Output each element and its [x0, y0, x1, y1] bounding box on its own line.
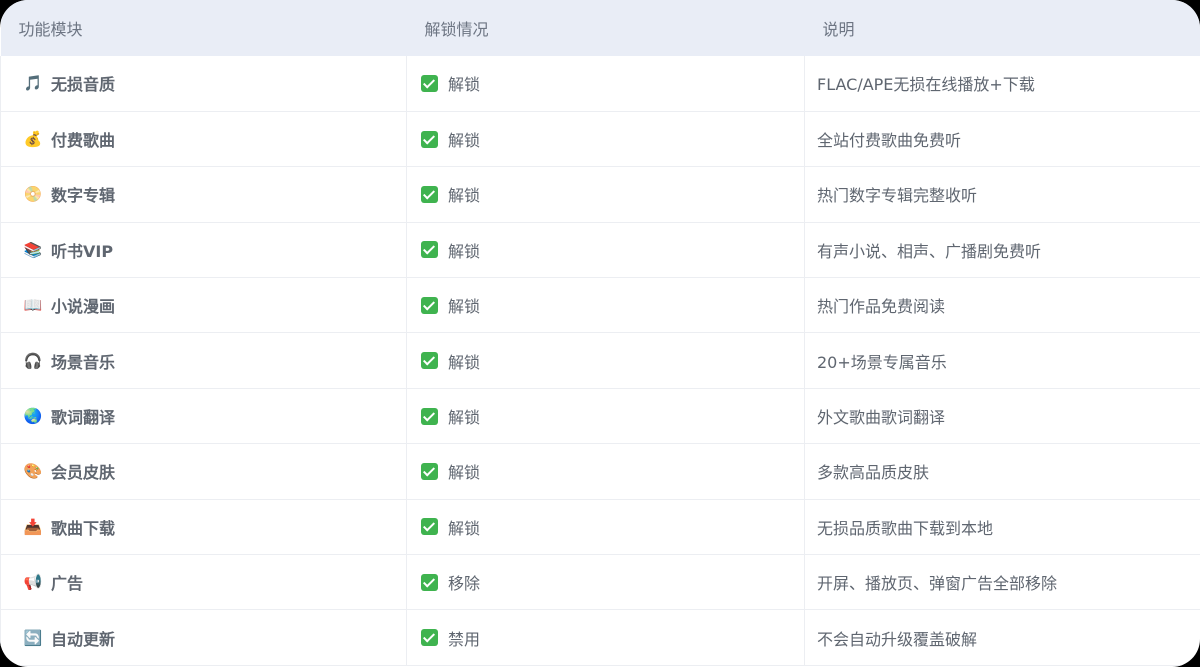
feature-cell: 📢 广告 [0, 554, 407, 610]
checkmark-icon [421, 241, 438, 259]
feature-label: 小说漫画 [51, 297, 116, 317]
money-bag-icon: 💰 [23, 130, 43, 149]
checkmark-icon [421, 130, 438, 148]
feature-label: 无损音质 [51, 75, 116, 95]
feature-cell: 🎨 会员皮肤 [0, 443, 407, 500]
table-row: 🎨 会员皮肤 解锁 多款高品质皮肤 [0, 443, 1200, 500]
description-cell: 多款高品质皮肤 [817, 463, 930, 483]
globe-icon: 🌏 [23, 407, 43, 426]
status-label: 解锁 [448, 241, 481, 261]
feature-label: 听书VIP [51, 241, 114, 261]
status-label: 解锁 [448, 352, 481, 372]
feature-cell: 🌏 歌词翻译 [0, 388, 407, 444]
books-icon: 📚 [23, 240, 43, 259]
description-cell: 20+场景专属音乐 [817, 352, 947, 372]
status-label: 解锁 [448, 131, 481, 151]
checkmark-icon [421, 573, 438, 591]
download-icon: 📥 [23, 517, 43, 536]
feature-cell: 🔄 自动更新 [0, 609, 407, 666]
status-cell: 解锁 [406, 56, 805, 112]
table-row: 📢 广告 移除 开屏、播放页、弹窗广告全部移除 [0, 554, 1200, 610]
feature-cell: 🎧 场景音乐 [0, 332, 407, 389]
feature-label: 场景音乐 [51, 352, 116, 372]
table-header-row: 功能模块 解锁情况 说明 [0, 0, 1200, 56]
table-row: 💰 付费歌曲 解锁 全站付费歌曲免费听 [0, 111, 1200, 167]
music-note-icon: 🎵 [23, 74, 43, 93]
checkmark-icon [421, 462, 438, 480]
open-book-icon: 📖 [23, 296, 43, 315]
feature-label: 付费歌曲 [51, 131, 116, 151]
header-description: 说明 [822, 20, 855, 39]
disc-icon: 📀 [23, 185, 43, 204]
status-cell: 解锁 [406, 111, 805, 167]
status-cell: 解锁 [406, 277, 805, 333]
description-cell: 开屏、播放页、弹窗广告全部移除 [817, 574, 1058, 594]
table-row: 🌏 歌词翻译 解锁 外文歌曲歌词翻译 [0, 388, 1200, 444]
status-label: 解锁 [448, 297, 481, 317]
checkmark-icon [421, 296, 438, 314]
status-cell: 禁用 [406, 609, 805, 666]
status-label: 解锁 [448, 463, 481, 483]
status-cell: 解锁 [406, 499, 805, 555]
megaphone-icon: 📢 [23, 573, 43, 592]
feature-cell: 📀 数字专辑 [0, 166, 407, 223]
status-cell: 解锁 [406, 222, 805, 278]
feature-label: 数字专辑 [51, 186, 116, 206]
checkmark-icon [421, 629, 438, 647]
table-row: 🎵 无损音质 解锁 FLAC/APE无损在线播放+下载 [0, 56, 1200, 112]
checkmark-icon [421, 518, 438, 536]
table-row: 📚 听书VIP 解锁 有声小说、相声、广播剧免费听 [0, 222, 1200, 278]
description-cell: FLAC/APE无损在线播放+下载 [817, 75, 1035, 95]
status-label: 移除 [448, 574, 481, 594]
refresh-icon: 🔄 [23, 628, 43, 647]
table-row: 📥 歌曲下载 解锁 无损品质歌曲下载到本地 [0, 499, 1200, 555]
status-label: 解锁 [448, 518, 481, 538]
checkmark-icon [421, 352, 438, 370]
checkmark-icon [421, 74, 438, 92]
palette-icon: 🎨 [23, 462, 43, 481]
checkmark-icon [421, 407, 438, 425]
feature-label: 会员皮肤 [51, 463, 116, 483]
status-cell: 解锁 [406, 443, 805, 500]
feature-label: 歌曲下载 [51, 518, 116, 538]
feature-cell: 📚 听书VIP [0, 222, 407, 278]
feature-cell: 💰 付费歌曲 [0, 111, 407, 167]
description-cell: 有声小说、相声、广播剧免费听 [817, 241, 1042, 261]
description-cell: 外文歌曲歌词翻译 [817, 408, 946, 428]
description-cell: 热门数字专辑完整收听 [817, 186, 978, 206]
description-cell: 不会自动升级覆盖破解 [817, 629, 978, 649]
table-row: 🎧 场景音乐 解锁 20+场景专属音乐 [0, 332, 1200, 389]
status-cell: 解锁 [406, 388, 805, 444]
description-cell: 无损品质歌曲下载到本地 [817, 518, 994, 538]
feature-label: 广告 [51, 574, 84, 594]
feature-label: 自动更新 [51, 629, 116, 649]
feature-cell: 📖 小说漫画 [0, 277, 407, 333]
status-label: 解锁 [448, 408, 481, 428]
feature-cell: 🎵 无损音质 [0, 56, 407, 112]
feature-cell: 📥 歌曲下载 [0, 499, 407, 555]
description-cell: 全站付费歌曲免费听 [817, 131, 962, 151]
header-feature-module: 功能模块 [18, 20, 83, 39]
feature-table-card: 功能模块 解锁情况 说明 🎵 无损音质 解锁 FLAC/APE无损在线播放+下载… [0, 0, 1200, 667]
status-label: 解锁 [448, 186, 481, 206]
table-row: 📀 数字专辑 解锁 热门数字专辑完整收听 [0, 166, 1200, 223]
status-cell: 移除 [406, 554, 805, 610]
status-cell: 解锁 [406, 166, 805, 223]
checkmark-icon [421, 185, 438, 203]
status-label: 禁用 [448, 629, 481, 649]
description-cell: 热门作品免费阅读 [817, 297, 946, 317]
status-cell: 解锁 [406, 332, 805, 389]
feature-label: 歌词翻译 [51, 408, 116, 428]
feature-table: 功能模块 解锁情况 说明 🎵 无损音质 解锁 FLAC/APE无损在线播放+下载… [0, 0, 1200, 666]
table-row: 📖 小说漫画 解锁 热门作品免费阅读 [0, 277, 1200, 333]
header-unlock-status: 解锁情况 [424, 20, 489, 39]
table-row: 🔄 自动更新 禁用 不会自动升级覆盖破解 [0, 609, 1200, 666]
status-label: 解锁 [448, 75, 481, 95]
headphones-icon: 🎧 [23, 351, 43, 370]
